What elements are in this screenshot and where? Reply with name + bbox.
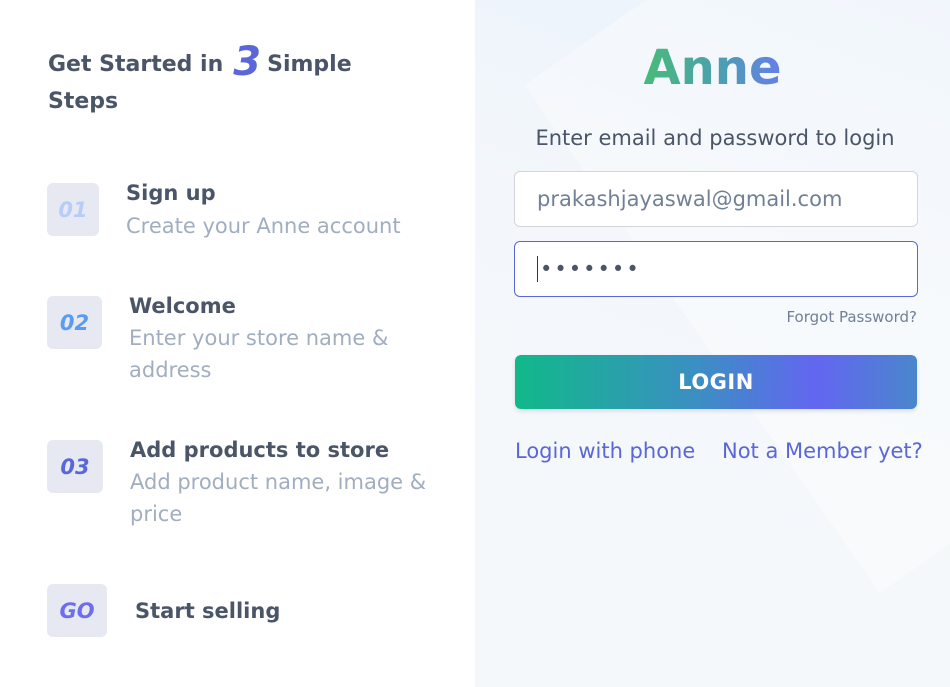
password-field[interactable]: ••••••• [514,241,918,297]
step-description: Create your Anne account [126,214,401,238]
brand-logo: Anne [643,40,782,96]
heading-prefix: Get Started in [48,52,224,77]
step-title: Sign up [126,181,216,205]
heading-number: 3 [233,39,262,85]
email-value: prakashjayaswal@gmail.com [537,187,843,211]
login-panel [475,0,950,687]
step-badge: 03 [47,440,103,493]
step-badge: 02 [47,296,102,349]
step-description: Enter your store name & address [129,326,389,382]
step-title: Welcome [129,294,236,318]
email-field[interactable]: prakashjayaswal@gmail.com [514,171,918,227]
forgot-password-link[interactable]: Forgot Password? [700,308,917,326]
text-caret [537,256,538,282]
step-title: Add products to store [130,438,390,462]
step-badge: 01 [47,183,99,236]
steps-heading: Get Started in 3 Simple Steps [48,39,388,120]
step-title: Start selling [135,599,281,623]
step-badge: GO [47,584,107,637]
steps-panel: Get Started in 3 Simple Steps 01 Sign up C… [0,0,475,687]
login-with-phone-link[interactable]: Login with phone [515,439,695,463]
password-mask: ••••••• [540,257,641,281]
login-subtitle: Enter email and password to login [535,126,895,150]
login-button[interactable]: LOGIN [515,355,917,409]
step-description: Add product name, image & price [130,470,427,526]
not-a-member-link[interactable]: Not a Member yet? [722,439,923,463]
